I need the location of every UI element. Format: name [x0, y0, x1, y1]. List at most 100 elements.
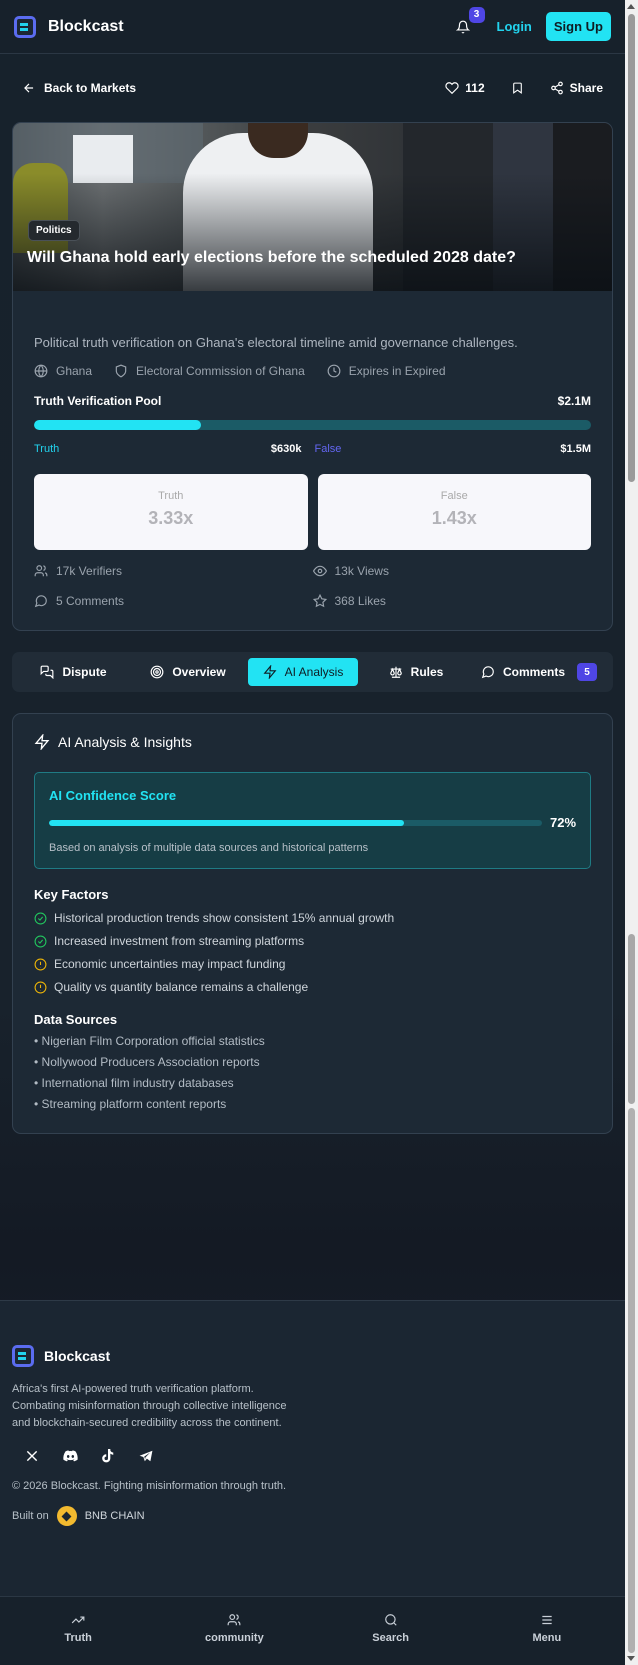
comments-count-badge: 5 [577, 663, 597, 681]
views-label: 13k Views [334, 564, 389, 578]
key-factor-item: Historical production trends show consis… [34, 911, 591, 925]
back-to-markets-link[interactable]: Back to Markets [22, 81, 136, 95]
verifiers-stat: 17k Verifiers [34, 562, 313, 580]
scrollbar-track-lower[interactable] [628, 1108, 635, 1653]
footer-logo-icon[interactable] [12, 1345, 34, 1367]
built-on: Built on BNB CHAIN [12, 1506, 613, 1526]
share-label: Share [569, 81, 603, 95]
truth-pool-amount: $630k [270, 443, 302, 455]
tab-comments-label: Comments [502, 665, 565, 679]
truth-option-button[interactable]: Truth 3.33x [34, 474, 308, 550]
pool-progress-bar [34, 420, 591, 430]
brand-name[interactable]: Blockcast [48, 18, 124, 36]
copyright: © 2026 Blockcast. Fighting misinformatio… [12, 1480, 287, 1492]
tab-rules[interactable]: Rules [358, 658, 474, 686]
market-description: Political truth verification on Ghana's … [34, 335, 518, 350]
zap-icon [34, 734, 50, 750]
bottom-nav-menu[interactable]: Menu [469, 1597, 625, 1665]
ai-analysis-header: AI Analysis & Insights [34, 734, 591, 750]
tiktok-icon [102, 1449, 114, 1463]
tab-dispute[interactable]: Dispute [17, 658, 130, 686]
notification-badge: 3 [468, 6, 485, 23]
social-links [20, 1444, 613, 1468]
users-icon [227, 1614, 241, 1626]
discord-icon [62, 1450, 78, 1462]
pool-total: $2.1M [557, 394, 591, 408]
data-source-item: • Nollywood Producers Association report… [34, 1055, 260, 1069]
source-label: Electoral Commission of Ghana [136, 364, 305, 378]
globe-icon [34, 364, 48, 378]
action-row: Back to Markets 112 Share [0, 54, 625, 122]
market-card: Politics Will Ghana hold early elections… [12, 122, 613, 631]
check-circle-icon [34, 935, 47, 947]
bottom-nav-community-label: community [205, 1632, 264, 1644]
alert-circle-icon [34, 958, 47, 970]
confidence-panel: AI Confidence Score 72% Based on analysi… [34, 772, 591, 869]
shield-icon [115, 364, 127, 378]
arrow-left-icon [24, 83, 34, 93]
logo-icon[interactable] [14, 15, 36, 38]
tab-ai-analysis-label: AI Analysis [284, 665, 344, 679]
key-factor-item: Economic uncertainties may impact fundin… [34, 957, 591, 971]
false-option-label: False [440, 490, 468, 502]
scroll-down-icon[interactable] [627, 1656, 635, 1661]
market-meta: Ghana Electoral Commission of Ghana Expi… [34, 364, 591, 378]
data-source-item: • Nigerian Film Corporation official sta… [34, 1034, 265, 1048]
comments-stat[interactable]: 5 Comments [34, 592, 313, 610]
data-sources-title: Data Sources [34, 1012, 118, 1027]
like-button[interactable]: 112 [445, 81, 485, 95]
heart-icon [445, 82, 459, 95]
truth-odds: 3.33x [148, 508, 194, 528]
pool-label: Truth Verification Pool [34, 394, 162, 408]
page-scrollbar[interactable] [625, 0, 638, 1665]
signup-button[interactable]: Sign Up [545, 12, 611, 41]
likes-stat[interactable]: 368 Likes [312, 592, 592, 610]
footer-description: Africa's first AI-powered truth verifica… [12, 1383, 287, 1429]
confidence-note: Based on analysis of multiple data sourc… [49, 842, 369, 854]
scroll-up-icon[interactable] [627, 4, 635, 9]
ai-analysis-title: AI Analysis & Insights [58, 734, 192, 750]
bottom-nav-search-label: Search [372, 1632, 409, 1644]
telegram-icon [139, 1450, 153, 1462]
country-label: Ghana [56, 364, 93, 378]
bookmark-button[interactable] [511, 81, 524, 95]
bottom-nav-search[interactable]: Search [313, 1597, 469, 1665]
discord-link[interactable] [58, 1444, 82, 1468]
tab-ai-analysis[interactable]: AI Analysis [248, 658, 358, 686]
bottom-nav-truth[interactable]: Truth [0, 1597, 156, 1665]
bookmark-icon [512, 82, 522, 94]
zap-icon [263, 665, 277, 679]
comment-icon [481, 666, 494, 679]
login-button[interactable]: Login [497, 19, 532, 34]
built-on-label: Built on [12, 1510, 49, 1522]
bnb-chain-label[interactable]: BNB CHAIN [85, 1510, 145, 1522]
share-icon [550, 81, 563, 95]
footer-brand-name[interactable]: Blockcast [44, 1348, 110, 1364]
telegram-link[interactable] [134, 1444, 158, 1468]
key-factor-text: Increased investment from streaming plat… [54, 934, 305, 948]
market-stats: 17k Verifiers 13k Views 5 Comments 368 L… [34, 562, 591, 610]
scrollbar-thumb-secondary[interactable] [628, 934, 635, 1104]
share-button[interactable]: Share [550, 81, 603, 95]
notifications-button[interactable]: 3 [451, 6, 485, 39]
false-option-button[interactable]: False 1.43x [317, 474, 591, 550]
tiktok-link[interactable] [96, 1444, 120, 1468]
bell-icon [455, 20, 470, 33]
key-factors-list: Historical production trends show consis… [34, 911, 591, 994]
scrollbar-thumb[interactable] [628, 14, 635, 482]
scale-icon [389, 666, 402, 678]
category-badge: Politics [28, 220, 80, 241]
bottom-nav-community[interactable]: community [156, 1597, 312, 1665]
comments-label: 5 Comments [56, 594, 125, 608]
tab-overview[interactable]: Overview [130, 658, 246, 686]
tab-comments[interactable]: Comments 5 [474, 658, 604, 686]
data-source-item: • International film industry databases [34, 1076, 234, 1090]
odds-row: Truth 3.33x False 1.43x [34, 474, 591, 550]
pool-truth-fill [34, 420, 202, 430]
data-sources-list: • Nigerian Film Corporation official sta… [34, 1034, 591, 1111]
data-source-item: • Streaming platform content reports [34, 1097, 227, 1111]
tab-bar: Dispute Overview AI Analysis Rules Comme… [12, 652, 613, 692]
truth-pool-label: Truth [34, 443, 60, 455]
country-meta: Ghana [34, 364, 92, 378]
x-link[interactable] [20, 1444, 44, 1468]
